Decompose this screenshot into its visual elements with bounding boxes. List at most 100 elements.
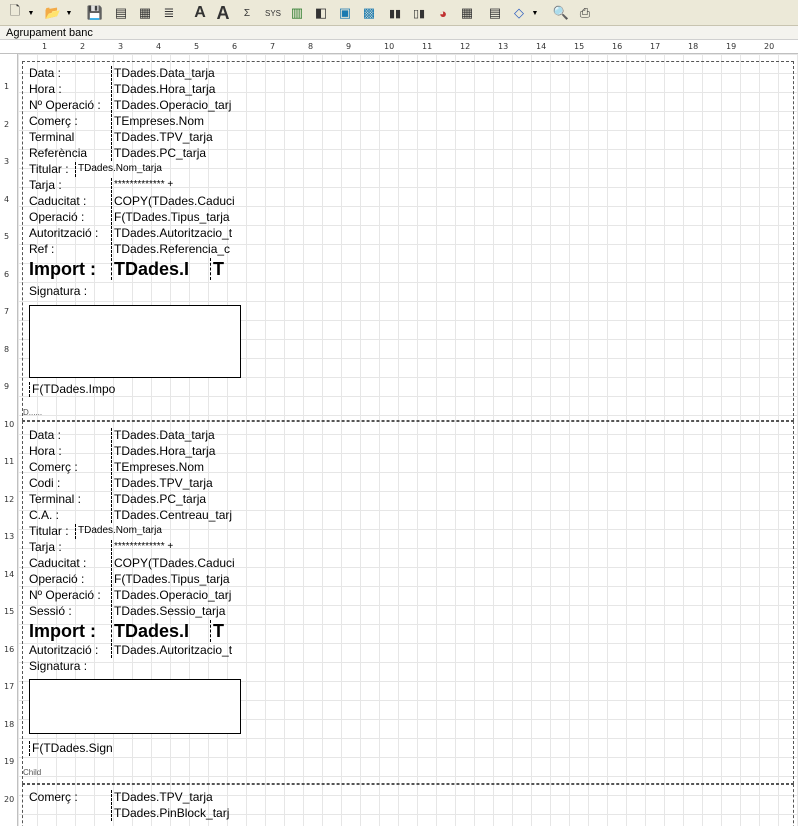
band-1-value[interactable]: COPY(TDades.Caduci xyxy=(111,194,241,209)
report-settings-icon[interactable]: ▤ xyxy=(484,3,506,23)
band-2-label[interactable]: Titular : xyxy=(29,524,75,539)
expression-icon[interactable]: Σ xyxy=(236,3,258,23)
band-2-label[interactable]: Comerç : xyxy=(29,460,109,475)
signature-box-1[interactable] xyxy=(29,305,241,378)
band-1-label[interactable]: Nº Operació : xyxy=(29,98,109,113)
band-2-footer-field[interactable]: F(TDades.Sign xyxy=(29,741,125,756)
band-2-value[interactable]: TDades.Hora_tarja xyxy=(111,444,241,459)
label-tool-icon[interactable]: ▤ xyxy=(110,3,132,23)
new-icon[interactable]: 🗋 xyxy=(4,3,26,23)
band-1-value[interactable]: TDades.Data_tarja xyxy=(111,66,241,81)
band-1-value[interactable]: TDades.Hora_tarja xyxy=(111,82,241,97)
system-data-icon[interactable]: SYS xyxy=(262,3,284,23)
band-1-footer-field[interactable]: F(TDades.Impo xyxy=(29,382,125,397)
db-image-icon[interactable]: ▩ xyxy=(358,3,380,23)
band-1-value[interactable]: F(TDades.Tipus_tarja xyxy=(111,210,241,225)
memo-icon[interactable]: ≣ xyxy=(158,3,180,23)
band-2-label[interactable]: Tarja : xyxy=(29,540,109,555)
open-icon[interactable]: 📂 xyxy=(42,3,64,23)
band-1-label[interactable]: Import : xyxy=(29,258,119,280)
band-2-footer-small[interactable]: Child xyxy=(23,766,63,781)
save-icon[interactable]: 💾 xyxy=(84,3,106,23)
band-2-label[interactable]: Hora : xyxy=(29,444,109,459)
band-3-label[interactable]: Comerç : xyxy=(29,790,109,805)
band-3-value[interactable]: TDades.TPV_tarja xyxy=(111,790,241,805)
band-2-label[interactable]: C.A. : xyxy=(29,508,109,523)
band-2-value[interactable]: TEmpreses.Nom xyxy=(111,460,241,475)
barcode-icon[interactable]: ▮▮ xyxy=(384,3,406,23)
signature-box-2[interactable] xyxy=(29,679,241,734)
band-1-label[interactable]: Autorització : xyxy=(29,226,109,241)
band-1-value[interactable]: T xyxy=(210,258,240,280)
band-1-value[interactable]: TDades.PC_tarja xyxy=(111,146,241,161)
eraser-icon[interactable]: ◇ xyxy=(508,3,530,23)
eraser-dropdown-icon[interactable]: ▼ xyxy=(531,3,539,23)
db-field-icon[interactable]: ▦ xyxy=(134,3,156,23)
band-2-label[interactable]: Caducitat : xyxy=(29,556,109,571)
band-2-value[interactable]: ************* + xyxy=(111,540,241,555)
band-1-value[interactable]: TEmpreses.Nom xyxy=(111,114,241,129)
band-title: Agrupament banc xyxy=(0,26,798,40)
new-dropdown-icon[interactable]: ▼ xyxy=(27,3,35,23)
band-2-value[interactable]: T xyxy=(210,620,240,642)
band-2-value[interactable]: TDades.Centreau_tarj xyxy=(111,508,241,523)
band-1-label[interactable]: Tarja : xyxy=(29,178,109,193)
band-1-footer-small[interactable]: D...... xyxy=(23,406,63,421)
band-2-value[interactable]: TDades.TPV_tarja xyxy=(111,476,241,491)
band-1-label[interactable]: Titular : xyxy=(29,162,75,177)
band-2-value[interactable]: F(TDades.Tipus_tarja xyxy=(111,572,241,587)
band-3-value[interactable]: TDades.PinBlock_tarj xyxy=(111,806,241,821)
preview-icon[interactable]: 🔍 xyxy=(550,3,572,23)
band-2-value[interactable]: TDades.I xyxy=(111,620,207,642)
ruler-v-tick: 6 xyxy=(4,269,10,279)
db-barcode-icon[interactable]: ▯▮ xyxy=(408,3,430,23)
band-1-label[interactable]: Terminal xyxy=(29,130,109,145)
band-2-label[interactable]: Data : xyxy=(29,428,109,443)
image-icon[interactable]: ▣ xyxy=(334,3,356,23)
band-1-label[interactable]: Hora : xyxy=(29,82,109,97)
ruler-v-tick: 11 xyxy=(4,457,15,466)
band-1-value[interactable]: ************* + xyxy=(111,178,241,193)
band-2-value[interactable]: TDades.Operacio_tarj xyxy=(111,588,241,603)
open-dropdown-icon[interactable]: ▼ xyxy=(65,3,73,23)
band-2-value[interactable]: COPY(TDades.Caduci xyxy=(111,556,241,571)
band-1-label[interactable]: Ref : xyxy=(29,242,109,257)
font-a-grow-icon[interactable]: A xyxy=(212,3,234,23)
band-1-value[interactable]: TDades.TPV_tarja xyxy=(111,130,241,145)
band-2-label[interactable]: Nº Operació : xyxy=(29,588,109,603)
band-1-value[interactable]: TDades.Operacio_tarj xyxy=(111,98,241,113)
band-1-label[interactable]: Referència xyxy=(29,146,109,161)
band-2-label[interactable]: Autorització : xyxy=(29,643,109,658)
font-a-icon[interactable]: A xyxy=(190,3,210,23)
chart-icon[interactable]: ◕ xyxy=(432,3,454,23)
print-icon[interactable]: ⎙ xyxy=(574,3,596,23)
band-2-value[interactable]: TDades.Data_tarja xyxy=(111,428,241,443)
ruler-v-tick: 19 xyxy=(4,757,15,766)
rich-text-icon[interactable]: ▥ xyxy=(286,3,308,23)
band-1-value[interactable]: TDades.Nom_tarja xyxy=(75,162,241,177)
ruler-v-tick: 4 xyxy=(4,194,10,204)
band-2-label[interactable]: Sessió : xyxy=(29,604,109,619)
band-2-label[interactable]: Import : xyxy=(29,620,119,642)
band-1-label[interactable]: Caducitat : xyxy=(29,194,109,209)
shape-icon[interactable]: ◧ xyxy=(310,3,332,23)
band-1-label[interactable]: Comerç : xyxy=(29,114,109,129)
ruler-v-tick: 14 xyxy=(4,569,15,579)
band-2-label[interactable]: Operació : xyxy=(29,572,109,587)
band-2-value[interactable]: TDades.PC_tarja xyxy=(111,492,241,507)
band-2-label[interactable]: Signatura : xyxy=(29,659,109,674)
ruler-h-tick: 17 xyxy=(650,42,661,51)
band-2-value[interactable]: TDades.Sessio_tarja xyxy=(111,604,241,619)
band-1-label[interactable]: Operació : xyxy=(29,210,109,225)
band-1-label[interactable]: Data : xyxy=(29,66,109,81)
band-2-value[interactable]: TDades.Nom_tarja xyxy=(75,524,241,539)
band-2-label[interactable]: Terminal : xyxy=(29,492,109,507)
grid-icon[interactable]: ▦ xyxy=(456,3,478,23)
band-1-value[interactable]: TDades.I xyxy=(111,258,207,280)
band-2-value[interactable]: TDades.Autoritzacio_t xyxy=(111,643,241,658)
band-2-label[interactable]: Codi : xyxy=(29,476,109,491)
band-1-value[interactable]: TDades.Referencia_c xyxy=(111,242,241,257)
report-canvas[interactable]: Data : Hora : Nº Operació : Comerç : Termina… xyxy=(18,54,798,826)
band-1-label[interactable]: Signatura : xyxy=(29,284,109,299)
band-1-value[interactable]: TDades.Autoritzacio_t xyxy=(111,226,241,241)
